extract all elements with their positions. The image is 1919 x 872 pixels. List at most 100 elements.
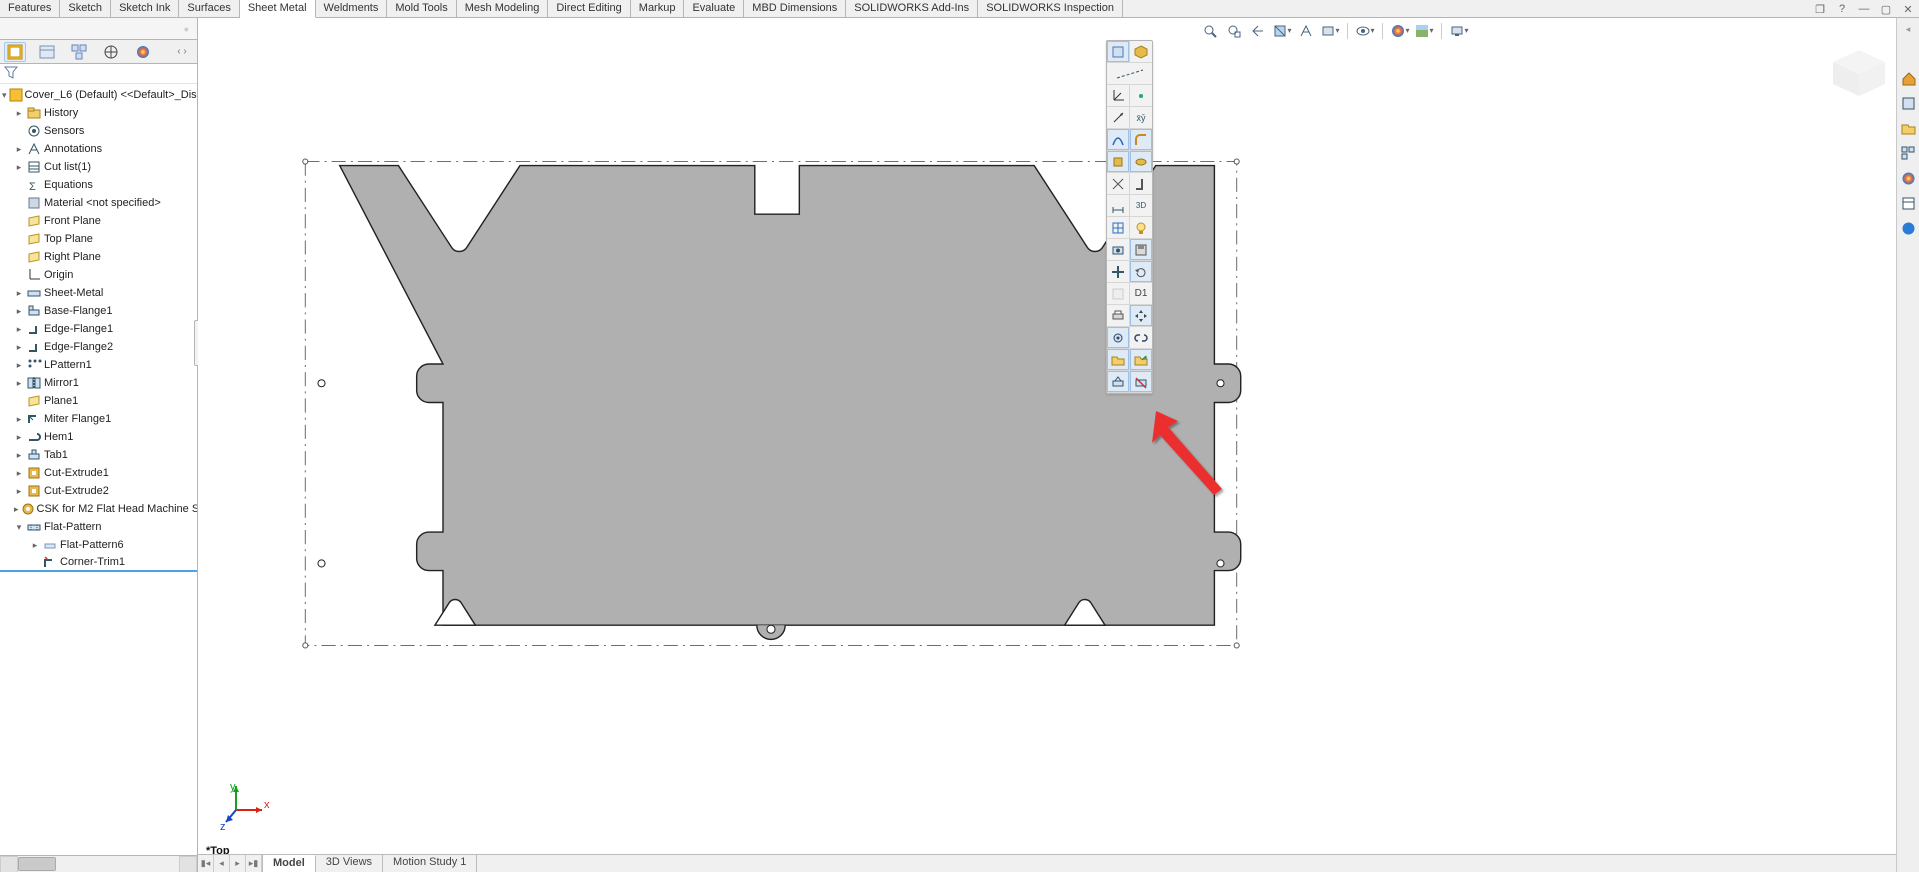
rotate-view-icon[interactable]: [1130, 261, 1152, 282]
flatten-icon[interactable]: [1107, 371, 1130, 392]
help-icon[interactable]: ?: [1833, 1, 1851, 17]
tree-item[interactable]: Top Plane: [0, 230, 197, 248]
ref-axis-icon[interactable]: [1107, 107, 1130, 128]
tab-prev-icon[interactable]: ◂: [214, 855, 230, 872]
extend-icon[interactable]: [1130, 173, 1152, 194]
task-home-icon[interactable]: [1899, 69, 1918, 88]
property-manager-tab-icon[interactable]: [36, 42, 58, 62]
panel-overflow-icon[interactable]: ‹ ›: [171, 42, 193, 62]
zoom-to-area-icon[interactable]: [1224, 21, 1244, 41]
open-folder-out-icon[interactable]: [1130, 349, 1152, 370]
tree-item[interactable]: Sensors: [0, 122, 197, 140]
sketch-tool-palette[interactable]: x̄ȳ 3D D1: [1106, 40, 1153, 394]
d1-handle-icon[interactable]: [1107, 283, 1130, 304]
scrollbar-thumb[interactable]: [18, 857, 56, 871]
tab-first-icon[interactable]: ▮◂: [198, 855, 214, 872]
tab-last-icon[interactable]: ▸▮: [246, 855, 262, 872]
tab-solidworks-inspection[interactable]: SOLIDWORKS Inspection: [978, 0, 1123, 17]
tab-surfaces[interactable]: Surfaces: [179, 0, 239, 17]
edit-appearance-icon[interactable]: [1390, 21, 1410, 41]
expand-icon[interactable]: ▸: [14, 324, 24, 335]
apply-scene-icon[interactable]: [1414, 21, 1434, 41]
close-icon[interactable]: ✕: [1899, 1, 1917, 17]
view-iso-icon[interactable]: [1130, 41, 1152, 62]
tree-item[interactable]: Origin: [0, 266, 197, 284]
dimxpert-tab-icon[interactable]: [100, 42, 122, 62]
tab-mbd-dimensions[interactable]: MBD Dimensions: [744, 0, 846, 17]
tree-item[interactable]: ▸Hem1: [0, 428, 197, 446]
tree-item[interactable]: ▸Edge-Flange2: [0, 338, 197, 356]
bottom-tab-model[interactable]: Model: [263, 855, 316, 872]
lightbulb-icon[interactable]: [1130, 217, 1152, 238]
tree-item[interactable]: ▸Miter Flange1: [0, 410, 197, 428]
tab-markup[interactable]: Markup: [631, 0, 685, 17]
feature-tree[interactable]: ▾ Cover_L6 (Default) <<Default>_Display …: [0, 84, 197, 855]
task-resources-icon[interactable]: [1899, 94, 1918, 113]
expand-icon[interactable]: ▸: [14, 414, 24, 425]
tab-features[interactable]: Features: [0, 0, 60, 17]
hide-show-items-icon[interactable]: [1355, 21, 1375, 41]
feature-manager-tab-icon[interactable]: [4, 42, 26, 62]
tree-item[interactable]: ▸LPattern1: [0, 356, 197, 374]
pan-icon[interactable]: [1107, 261, 1130, 282]
tab-next-icon[interactable]: ▸: [230, 855, 246, 872]
bottom-tab-3d-views[interactable]: 3D Views: [316, 855, 383, 872]
expand-icon[interactable]: ▸: [14, 468, 24, 479]
expand-icon[interactable]: ▸: [14, 144, 24, 155]
task-forum-icon[interactable]: [1899, 219, 1918, 238]
expand-icon[interactable]: ▸: [14, 360, 24, 371]
panel-grip-icon[interactable]: ●: [184, 24, 189, 34]
expand-icon[interactable]: ▸: [14, 306, 24, 317]
tree-item[interactable]: ▸CSK for M2 Flat Head Machine Scre: [0, 500, 197, 518]
grid-icon[interactable]: [1107, 217, 1130, 238]
expand-icon[interactable]: ▸: [14, 378, 24, 389]
tree-item[interactable]: ▸Annotations: [0, 140, 197, 158]
expand-icon[interactable]: ▸: [14, 342, 24, 353]
tree-item[interactable]: ▸Sheet-Metal: [0, 284, 197, 302]
3dsketch-icon[interactable]: 3D: [1130, 195, 1152, 216]
extrude-icon[interactable]: [1107, 151, 1130, 172]
display-manager-tab-icon[interactable]: [132, 42, 154, 62]
previous-view-icon[interactable]: [1248, 21, 1268, 41]
task-design-library-icon[interactable]: [1899, 119, 1918, 138]
dimxpert-icon[interactable]: x̄ȳ: [1130, 107, 1152, 128]
tree-item[interactable]: ▾Flat-Pattern: [0, 518, 197, 536]
open-folder-icon[interactable]: [1107, 349, 1130, 370]
print-icon[interactable]: [1107, 305, 1130, 326]
no-bends-toggle-icon[interactable]: [1130, 371, 1152, 392]
task-custom-props-icon[interactable]: [1899, 194, 1918, 213]
expand-icon[interactable]: ▾: [14, 522, 24, 533]
view-settings-icon[interactable]: [1449, 21, 1469, 41]
collapse-icon[interactable]: ▾: [2, 90, 7, 101]
move-icon[interactable]: [1130, 305, 1152, 326]
maximize-icon[interactable]: ▢: [1877, 1, 1895, 17]
expand-icon[interactable]: ▸: [14, 432, 24, 443]
tab-sketch-ink[interactable]: Sketch Ink: [111, 0, 179, 17]
tab-direct-editing[interactable]: Direct Editing: [548, 0, 630, 17]
display-style-icon[interactable]: [1320, 21, 1340, 41]
screen-capture-icon[interactable]: [1107, 239, 1130, 260]
tree-item[interactable]: Plane1: [0, 392, 197, 410]
zoom-to-fit-icon[interactable]: [1200, 21, 1220, 41]
tree-item[interactable]: ▸Edge-Flange1: [0, 320, 197, 338]
tab-solidworks-addins[interactable]: SOLIDWORKS Add-Ins: [846, 0, 978, 17]
expand-icon[interactable]: ▸: [14, 108, 24, 119]
expand-icon[interactable]: ▸: [30, 540, 40, 551]
tab-sketch[interactable]: Sketch: [60, 0, 111, 17]
graphics-canvas[interactable]: x̄ȳ 3D D1: [198, 18, 1919, 872]
task-view-palette-icon[interactable]: [1899, 144, 1918, 163]
dynamic-annotation-icon[interactable]: [1296, 21, 1316, 41]
tree-item[interactable]: Corner-Trim1: [0, 554, 197, 572]
minimize-icon[interactable]: ―: [1855, 1, 1873, 17]
expand-icon[interactable]: ▸: [14, 288, 24, 299]
panel-horizontal-scrollbar[interactable]: [0, 855, 197, 872]
tree-item[interactable]: ▸Cut-Extrude1: [0, 464, 197, 482]
settings-gear-icon[interactable]: [1107, 327, 1130, 348]
point-tool-icon[interactable]: [1130, 85, 1152, 106]
fillet-tool-icon[interactable]: [1130, 129, 1152, 150]
tab-evaluate[interactable]: Evaluate: [684, 0, 744, 17]
expand-icon[interactable]: ▸: [14, 162, 24, 173]
expand-icon[interactable]: ▸: [14, 450, 24, 461]
tab-sheet-metal[interactable]: Sheet Metal: [240, 0, 316, 18]
curve-tool-icon[interactable]: [1107, 129, 1130, 150]
